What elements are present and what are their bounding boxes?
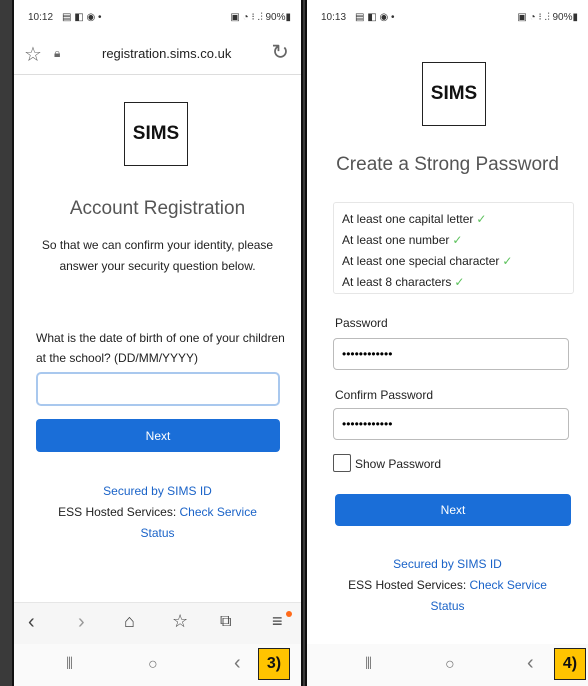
forward-icon[interactable]: ›: [78, 611, 85, 634]
check-icon: ✓: [454, 275, 465, 289]
check-service-link[interactable]: Check Service: [180, 505, 257, 519]
reload-icon[interactable]: ↻: [271, 40, 289, 65]
notification-icons: ▤ ◧ ◉ •: [62, 12, 102, 23]
requirement-item: At least one special character ✓: [342, 254, 513, 268]
confirm-password-input[interactable]: [333, 408, 569, 440]
status-time: 10:13: [321, 12, 347, 23]
notification-icons: ▤ ◧ ◉ •: [355, 12, 395, 23]
security-question-label: What is the date of birth of one of your…: [36, 331, 285, 365]
home-button-icon[interactable]: ○: [445, 656, 455, 674]
next-button[interactable]: Next: [36, 419, 280, 452]
sims-logo: SIMS: [422, 62, 486, 126]
back-button-icon[interactable]: ‹: [234, 652, 241, 675]
home-button-icon[interactable]: ○: [148, 656, 158, 674]
check-icon: ✓: [452, 233, 463, 247]
home-icon[interactable]: ⌂: [124, 611, 135, 632]
footer: Secured by SIMS ID ESS Hosted Services: …: [14, 481, 301, 544]
secured-by-link[interactable]: Secured by SIMS ID: [103, 484, 212, 498]
url-text[interactable]: registration.sims.co.uk: [102, 46, 231, 61]
sims-logo: SIMS: [124, 102, 188, 166]
confirm-password-label: Confirm Password: [335, 388, 434, 402]
status-link[interactable]: Status: [430, 599, 464, 613]
browser-url-bar: ☆ 🔒︎ registration.sims.co.uk ↻: [14, 34, 301, 75]
requirement-item: At least one number ✓: [342, 233, 463, 247]
system-nav-bar: ⦀ ○ ‹: [307, 644, 588, 686]
phone-screen-right: 10:13 ▤ ◧ ◉ • ▣ ◔ ⁝ .⫶ 90%▮ SIMS Create …: [305, 0, 588, 686]
notification-dot: [286, 611, 292, 617]
check-icon: ✓: [502, 254, 513, 268]
status-link[interactable]: Status: [140, 526, 174, 540]
site-info-icon[interactable]: 🔒︎: [54, 46, 60, 61]
bookmark-star-icon[interactable]: ☆: [24, 42, 42, 67]
check-service-link[interactable]: Check Service: [470, 578, 547, 592]
show-password-label[interactable]: Show Password: [355, 457, 441, 471]
requirement-item: At least 8 characters ✓: [342, 275, 465, 289]
recent-apps-icon[interactable]: ⦀: [66, 656, 73, 674]
check-icon: ✓: [476, 212, 487, 226]
system-status-icons: ▣ ◔ ⁝ .⫶ 90%▮: [517, 12, 578, 23]
ess-hosted-text: ESS Hosted Services:: [58, 505, 180, 519]
browser-toolbar: ‹ › ⌂ ☆ ⧉ ≡: [14, 602, 301, 645]
intro-text: So that we can confirm your identity, pl…: [41, 238, 274, 273]
back-icon[interactable]: ‹: [28, 611, 35, 634]
page-title: Account Registration: [69, 198, 246, 219]
status-time: 10:12: [28, 12, 54, 23]
back-button-icon[interactable]: ‹: [527, 652, 534, 675]
status-bar: 10:12 ▤ ◧ ◉ • ▣ ◔ ⁝ .⫶ 90%▮: [14, 0, 301, 30]
show-password-checkbox[interactable]: [333, 454, 351, 472]
menu-icon[interactable]: ≡: [272, 611, 283, 632]
password-requirements: At least one capital letter ✓ At least on…: [333, 202, 574, 294]
security-answer-input[interactable]: [36, 372, 280, 406]
requirement-item: At least one capital letter ✓: [342, 212, 487, 226]
recent-apps-icon[interactable]: ⦀: [365, 656, 372, 674]
step-badge: 4): [554, 648, 586, 680]
system-status-icons: ▣ ◔ ⁝ .⫶ 90%▮: [230, 12, 291, 23]
tabs-icon[interactable]: ⧉: [220, 613, 231, 631]
secured-by-link[interactable]: Secured by SIMS ID: [393, 557, 502, 571]
footer: Secured by SIMS ID ESS Hosted Services: …: [307, 554, 588, 617]
next-button[interactable]: Next: [335, 494, 571, 526]
status-bar: 10:13 ▤ ◧ ◉ • ▣ ◔ ⁝ .⫶ 90%▮: [307, 0, 588, 30]
password-input[interactable]: [333, 338, 569, 370]
bookmarks-icon[interactable]: ☆: [172, 611, 188, 632]
phone-screen-left: 10:12 ▤ ◧ ◉ • ▣ ◔ ⁝ .⫶ 90%▮ ☆ 🔒︎ registr…: [12, 0, 303, 686]
step-badge: 3): [258, 648, 290, 680]
ess-hosted-text: ESS Hosted Services:: [348, 578, 470, 592]
password-label: Password: [335, 316, 388, 330]
page-title: Create a Strong Password: [336, 154, 559, 175]
